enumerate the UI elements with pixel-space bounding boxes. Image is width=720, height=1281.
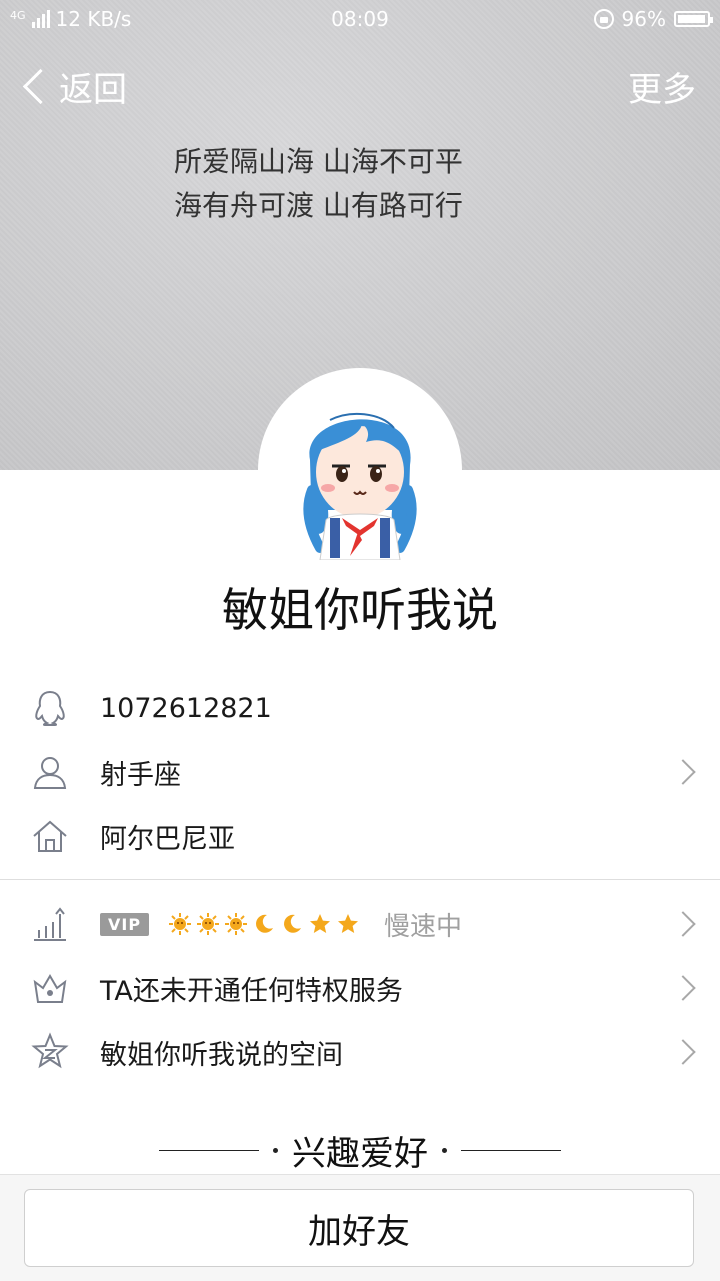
chevron-right-icon xyxy=(670,911,696,937)
space-row[interactable]: 敏姐你听我说的空间 xyxy=(0,1020,720,1084)
avatar-illustration xyxy=(303,412,417,560)
interests-heading: 兴趣爱好 xyxy=(0,1128,720,1174)
back-label: 返回 xyxy=(59,70,127,110)
level-status: 慢速中 xyxy=(384,911,463,942)
person-icon xyxy=(33,757,67,789)
level-row[interactable]: VIP 慢速中 xyxy=(0,892,720,956)
divider xyxy=(442,1147,447,1153)
level-chart-icon xyxy=(34,907,66,941)
star-icon xyxy=(336,912,360,936)
sun-icon xyxy=(224,912,248,936)
sun-icon xyxy=(196,912,220,936)
divider xyxy=(461,1149,561,1151)
moon-icon xyxy=(252,912,276,936)
back-button[interactable]: 返回 xyxy=(20,62,127,111)
star-icon xyxy=(308,912,332,936)
crown-icon xyxy=(33,974,67,1003)
battery-percent: 96% xyxy=(621,7,666,31)
penguin-icon xyxy=(35,690,65,726)
chevron-right-icon xyxy=(670,975,696,1001)
space-label: 敏姐你听我说的空间 xyxy=(100,1039,343,1071)
signature: 所爱隔山海 山海不可平 海有舟可渡 山有路可行 xyxy=(174,140,463,228)
nickname: 敏姐你听我说 xyxy=(222,583,498,637)
vip-badge: VIP xyxy=(100,912,150,936)
constellation: 射手座 xyxy=(100,759,181,791)
bottom-bar: 加好友 xyxy=(0,1174,720,1281)
constellation-row[interactable]: 射手座 xyxy=(0,740,720,804)
location: 阿尔巴尼亚 xyxy=(100,823,235,855)
location-row: 阿尔巴尼亚 xyxy=(0,804,720,868)
qq-number: 1072612821 xyxy=(100,692,272,724)
chevron-right-icon xyxy=(670,759,696,785)
interests-title: 兴趣爱好 xyxy=(292,1133,428,1174)
divider xyxy=(159,1149,259,1151)
chevron-right-icon xyxy=(670,1039,696,1065)
sun-icon xyxy=(168,912,192,936)
add-friend-button[interactable]: 加好友 xyxy=(24,1189,694,1267)
home-icon xyxy=(33,820,67,852)
moon-icon xyxy=(280,912,304,936)
divider xyxy=(273,1147,278,1153)
status-bar: 4G 12 KB/s 08:09 96% xyxy=(0,0,720,38)
qzone-star-icon xyxy=(31,1032,69,1069)
rotation-lock-icon xyxy=(593,9,614,29)
chevron-left-icon xyxy=(22,68,59,105)
avatar[interactable] xyxy=(258,368,462,572)
signature-line-1: 所爱隔山海 山海不可平 xyxy=(174,145,463,178)
privilege-row[interactable]: TA还未开通任何特权服务 xyxy=(0,956,720,1020)
qq-number-row: 1072612821 xyxy=(0,676,720,740)
divider xyxy=(0,879,720,880)
privilege-label: TA还未开通任何特权服务 xyxy=(100,975,403,1007)
more-button[interactable]: 更多 xyxy=(628,62,696,111)
battery-icon xyxy=(674,11,713,27)
signature-line-2: 海有舟可渡 山有路可行 xyxy=(174,189,463,222)
level-icons xyxy=(168,912,360,936)
